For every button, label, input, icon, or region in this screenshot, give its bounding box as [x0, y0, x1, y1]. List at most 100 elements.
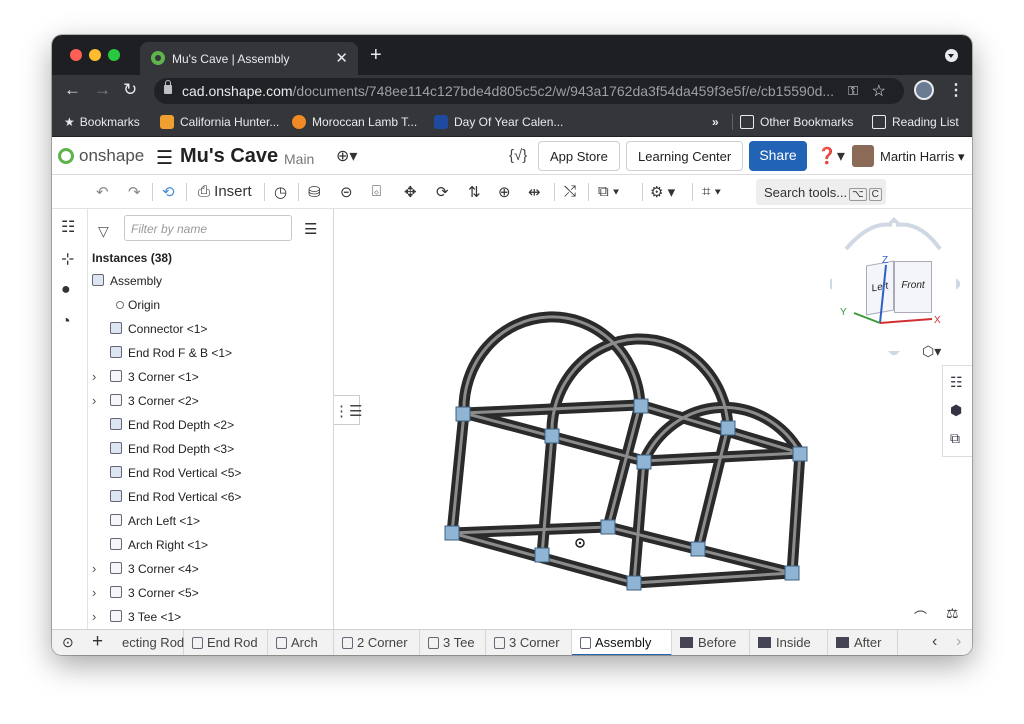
url-text[interactable]: cad.onshape.com/documents/748ee114c127bd…	[182, 83, 842, 99]
tree-item[interactable]: End Rod F & B <1>	[92, 343, 328, 363]
refresh-icon[interactable]: ⟲	[162, 183, 175, 201]
tree-item[interactable]: End Rod Depth <3>	[92, 439, 328, 459]
tab-after[interactable]: After	[828, 630, 898, 655]
mass-properties-icon[interactable]: ⚖	[946, 605, 959, 622]
tree-item[interactable]: End Rod Depth <2>	[92, 415, 328, 435]
cylindrical-mate-icon[interactable]: ⇅	[468, 183, 481, 201]
tree-item[interactable]: › 3 Corner <5>	[92, 583, 328, 603]
share-button[interactable]: Share	[749, 141, 807, 171]
close-tab-icon[interactable]: ✕	[335, 49, 348, 67]
globe-icon[interactable]: ⊕▾	[336, 146, 357, 166]
redo-icon[interactable]: ↷	[128, 183, 141, 201]
user-avatar[interactable]	[852, 145, 874, 167]
document-menu-icon[interactable]: ☰	[156, 147, 173, 170]
tab-arch[interactable]: Arch	[268, 630, 334, 655]
replicate-icon[interactable]: ⛁	[308, 183, 321, 201]
tab-3-tee[interactable]: 3 Tee	[420, 630, 486, 655]
add-mate-icon[interactable]: ⊹	[61, 249, 74, 269]
onshape-logo-icon[interactable]	[58, 148, 74, 164]
tab-search-icon[interactable]	[945, 49, 958, 62]
featurescript-icon[interactable]: {√}	[509, 147, 527, 164]
maximize-window-button[interactable]	[108, 49, 120, 61]
appearance-icon[interactable]: ⬢	[950, 402, 962, 419]
bookmark-moroccan-lamb[interactable]: Moroccan Lamb T...	[292, 115, 417, 129]
undo-icon[interactable]: ↶	[96, 183, 109, 201]
tree-item[interactable]: › 3 Corner <4>	[92, 559, 328, 579]
other-bookmarks[interactable]: Other Bookmarks	[740, 115, 853, 129]
ball-mate-icon[interactable]: ⊕	[498, 183, 511, 201]
instance-list-icon[interactable]: ☷	[61, 217, 75, 237]
expand-chevron-icon[interactable]: ›	[92, 393, 102, 408]
tabs-scroll-left-icon[interactable]: ‹	[932, 633, 937, 651]
expand-chevron-icon[interactable]: ›	[92, 609, 102, 624]
learning-center-button[interactable]: Learning Center	[626, 141, 744, 171]
forward-icon[interactable]: →	[94, 80, 111, 100]
comments-icon[interactable]: ●	[61, 281, 71, 299]
relation-icon[interactable]: ⤭	[564, 183, 576, 200]
explode-view-icon[interactable]: ⌗ ▾	[702, 183, 721, 200]
tree-item[interactable]: Assembly	[92, 271, 328, 291]
chrome-profile-avatar[interactable]	[914, 80, 934, 100]
key-icon[interactable]: ⚿	[848, 83, 858, 99]
parallel-mate-icon[interactable]: ⇹	[528, 183, 541, 201]
tab-inside[interactable]: Inside	[750, 630, 828, 655]
browser-tab[interactable]: Mu's Cave | Assembly ✕	[140, 42, 358, 75]
mate-tools-icon[interactable]: ⚙ ▾	[650, 183, 675, 201]
tree-item[interactable]: End Rod Vertical <5>	[92, 463, 328, 483]
timer-icon[interactable]: ◷	[274, 183, 287, 201]
tab-manager-icon[interactable]: ⊙	[62, 634, 74, 651]
animation-timer-icon[interactable]: ◔	[61, 313, 71, 331]
tree-item[interactable]: Arch Left <1>	[92, 511, 328, 531]
user-menu[interactable]: Martin Harris ▾	[880, 149, 965, 165]
help-icon[interactable]: ❓▾	[817, 146, 845, 166]
new-tab-button[interactable]: +	[370, 44, 382, 67]
chrome-menu-icon[interactable]: ⋮	[948, 80, 964, 100]
reload-icon[interactable]: ↻	[123, 80, 137, 100]
collapse-panel-icon[interactable]: ⋮☰	[334, 395, 362, 425]
document-name[interactable]: Mu's Cave	[180, 145, 278, 168]
workspace-branch[interactable]: Main	[284, 151, 314, 167]
insert-button[interactable]: ⎙ Insert	[198, 183, 252, 200]
view-options-icon[interactable]: ⬡▾	[922, 343, 941, 360]
omnibox[interactable]: cad.onshape.com/documents/748ee114c127bd…	[154, 78, 904, 104]
reading-list[interactable]: Reading List	[872, 115, 959, 129]
tree-item[interactable]: Origin	[92, 295, 328, 315]
tabs-scroll-right-icon[interactable]: ›	[956, 633, 961, 651]
bookmark-star-icon[interactable]: ☆	[872, 81, 886, 101]
bookmarks-menu[interactable]: ★ Bookmarks	[64, 115, 140, 129]
mate-connector-icon[interactable]: ⊝	[340, 183, 353, 201]
tree-item[interactable]: Arch Right <1>	[92, 535, 328, 555]
back-icon[interactable]: ←	[64, 80, 81, 100]
bookmarks-overflow-button[interactable]: »	[712, 115, 719, 129]
minimize-window-button[interactable]	[89, 49, 101, 61]
tree-item[interactable]: › 3 Corner <2>	[92, 391, 328, 411]
filter-icon[interactable]: ▽	[98, 223, 109, 240]
bookmark-day-of-year[interactable]: Day Of Year Calen...	[434, 115, 563, 129]
app-store-button[interactable]: App Store	[538, 141, 620, 171]
lock-icon[interactable]	[164, 80, 172, 94]
group-icon[interactable]: ⧉ ▾	[598, 183, 619, 200]
search-tools-input[interactable]: Search tools... ⌥ C	[756, 179, 886, 205]
expand-chevron-icon[interactable]: ›	[92, 585, 102, 600]
tab-assembly[interactable]: Assembly	[572, 630, 672, 655]
expand-chevron-icon[interactable]: ›	[92, 369, 102, 384]
tree-item[interactable]: › 3 Corner <1>	[92, 367, 328, 387]
list-view-icon[interactable]: ☰	[304, 220, 317, 238]
bom-table-icon[interactable]: ☷	[950, 374, 963, 391]
tab-ecting-rod[interactable]: ecting Rod	[120, 630, 184, 655]
expand-chevron-icon[interactable]: ›	[92, 561, 102, 576]
revolute-mate-icon[interactable]: ⟳	[436, 183, 449, 201]
tab-before[interactable]: Before	[672, 630, 750, 655]
view-cube[interactable]: Left Front Z Y X	[826, 215, 962, 357]
tree-item[interactable]: › 3 Tee <1>	[92, 607, 328, 627]
close-window-button[interactable]	[70, 49, 82, 61]
tab-end-rod[interactable]: End Rod	[184, 630, 268, 655]
add-tab-button[interactable]: +	[92, 631, 103, 653]
bookmark-california-hunter[interactable]: California Hunter...	[160, 115, 279, 129]
fastened-mate-icon[interactable]: ⌺	[372, 183, 381, 200]
tree-item[interactable]: Connector <1>	[92, 319, 328, 339]
tab-3-corner[interactable]: 3 Corner	[486, 630, 572, 655]
onshape-logo-text[interactable]: onshape	[79, 146, 144, 166]
filter-input[interactable]: Filter by name	[124, 215, 292, 241]
tab-2-corner[interactable]: 2 Corner	[334, 630, 420, 655]
